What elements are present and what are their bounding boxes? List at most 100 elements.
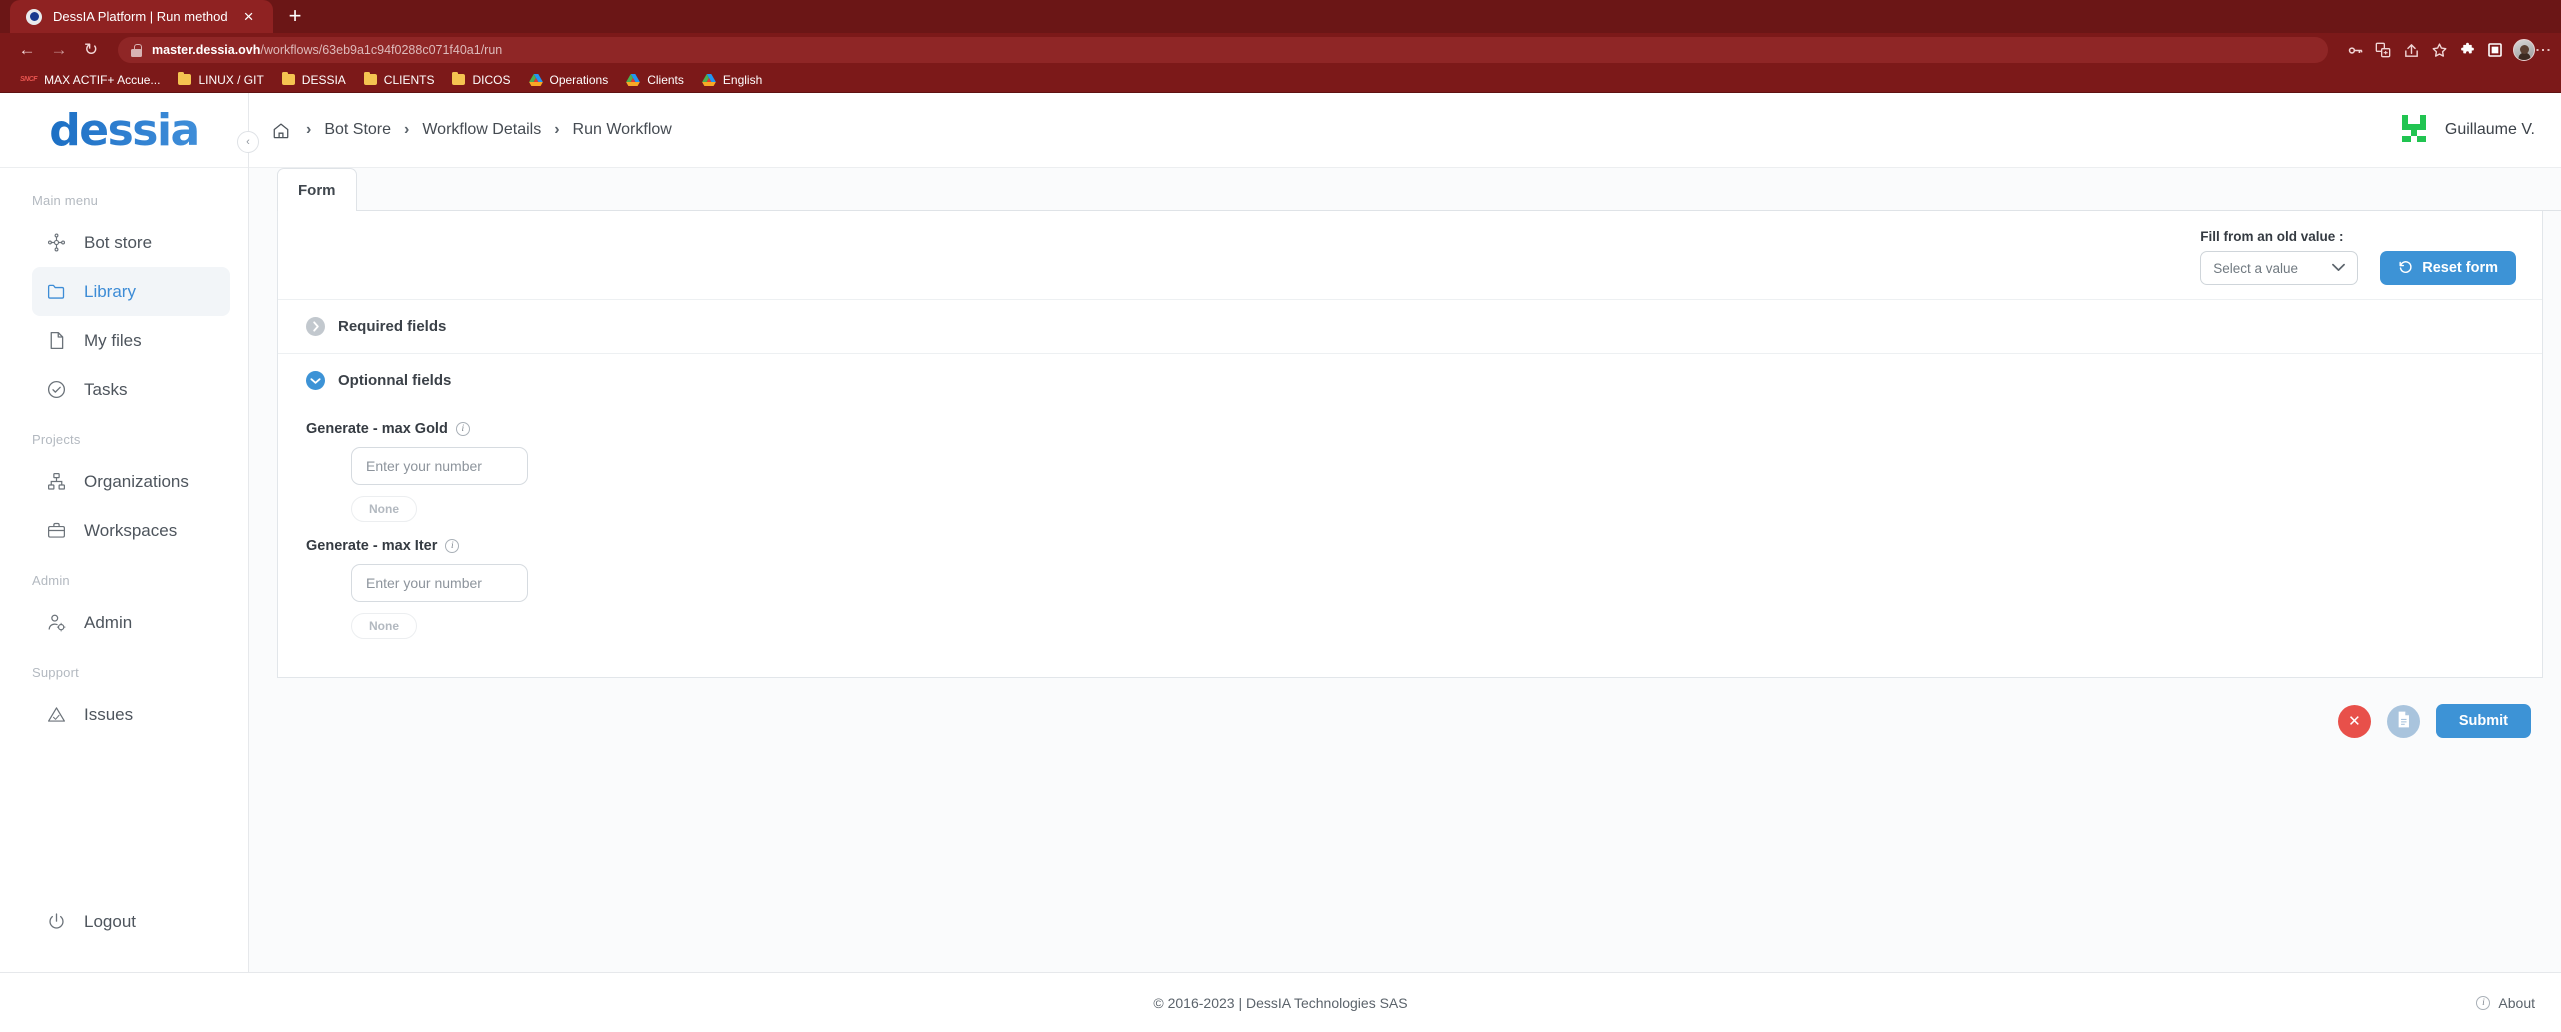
sidebar-item-admin[interactable]: Admin xyxy=(32,598,230,647)
check-circle-icon xyxy=(45,379,67,401)
reload-icon[interactable]: ↻ xyxy=(78,37,104,63)
optional-fields-list: Generate - max Gold i None Generate - ma… xyxy=(278,407,2542,677)
close-icon[interactable]: × xyxy=(239,8,259,25)
bot-store-icon xyxy=(45,232,67,254)
sidebar-collapse-button[interactable]: ‹ xyxy=(237,131,259,153)
default-value-badge[interactable]: None xyxy=(351,613,417,639)
chevron-right-icon xyxy=(306,317,325,336)
extensions-puzzle-icon[interactable] xyxy=(2454,37,2480,63)
forward-icon[interactable]: → xyxy=(46,37,72,63)
info-icon[interactable]: i xyxy=(445,539,460,553)
sidebar-item-logout[interactable]: Logout xyxy=(32,897,230,946)
chevron-down-icon xyxy=(2332,261,2346,275)
section-optionnal-fields[interactable]: Optionnal fields xyxy=(278,353,2542,407)
default-value-badge[interactable]: None xyxy=(351,496,417,522)
sidebar-item-label: Logout xyxy=(84,911,136,931)
bookmark-star-icon[interactable] xyxy=(2426,37,2452,63)
app-logo[interactable]: dessia xyxy=(0,93,248,168)
document-button[interactable] xyxy=(2386,704,2420,738)
google-drive-icon xyxy=(528,73,543,86)
bookmark-item[interactable]: DESSIA xyxy=(274,70,354,90)
folder-icon xyxy=(363,71,377,85)
browser-menu-icon[interactable]: ⋮ xyxy=(2534,42,2551,58)
bookmark-item[interactable]: SNCF MAX ACTIF+ Accue... xyxy=(12,70,168,90)
field-label-row: Generate - max Gold i xyxy=(306,421,2542,437)
side-panel-icon[interactable] xyxy=(2482,37,2508,63)
browser-chrome: DessIA Platform | Run method × + ← → ↻ m… xyxy=(0,0,2561,93)
browser-toolbar-icons: ⋮ xyxy=(2342,37,2551,63)
sidebar-item-library[interactable]: Library xyxy=(32,267,230,316)
tab-bar-filler xyxy=(356,168,2561,211)
back-icon[interactable]: ← xyxy=(14,37,40,63)
bookmark-item[interactable]: DICOS xyxy=(444,70,518,90)
sidebar-item-organizations[interactable]: Organizations xyxy=(32,457,230,506)
breadcrumb-separator: › xyxy=(306,121,312,138)
bookmark-item[interactable]: LINUX / GIT xyxy=(170,70,271,90)
sidebar-item-workspaces[interactable]: Workspaces xyxy=(32,506,230,555)
bookmark-label: English xyxy=(722,72,763,87)
main-area: › Bot Store › Workflow Details › Run Wor… xyxy=(249,93,2561,972)
sidebar-item-label: Tasks xyxy=(84,379,128,399)
bookmark-label: Clients xyxy=(647,72,684,87)
user-cog-icon xyxy=(45,612,67,634)
field-control-wrap: None xyxy=(306,564,2542,639)
sidebar-item-tasks[interactable]: Tasks xyxy=(32,365,230,414)
browser-tab[interactable]: DessIA Platform | Run method × xyxy=(10,0,273,33)
sidebar-section-projects: Projects xyxy=(32,432,81,447)
bookmark-item[interactable]: English xyxy=(694,70,770,90)
breadcrumb-item-workflow-details[interactable]: Workflow Details xyxy=(422,121,541,139)
avatar xyxy=(2399,115,2429,145)
user-name: Guillaume V. xyxy=(2444,121,2535,138)
new-tab-button[interactable]: + xyxy=(289,5,302,27)
sidebar-item-label: Admin xyxy=(84,612,133,632)
password-key-icon[interactable] xyxy=(2342,37,2368,63)
section-required-fields[interactable]: Required fields xyxy=(278,299,2542,353)
old-value-select[interactable]: Select a value xyxy=(2200,251,2359,285)
url-text: master.dessia.ovh/workflows/63eb9a1c94f0… xyxy=(152,43,502,57)
browser-nav-bar: ← → ↻ master.dessia.ovh/workflows/63eb9a… xyxy=(0,33,2561,67)
user-menu[interactable]: Guillaume V. xyxy=(2399,115,2535,145)
about-label: About xyxy=(2498,994,2535,1011)
bookmark-label: LINUX / GIT xyxy=(198,72,264,87)
cancel-button[interactable]: ✕ xyxy=(2337,704,2371,738)
about-link[interactable]: i About xyxy=(2476,995,2535,1011)
home-icon[interactable] xyxy=(271,120,293,140)
sidebar-item-label: Organizations xyxy=(84,471,189,491)
field-label: Generate - max Gold xyxy=(306,421,448,437)
bookmark-item[interactable]: CLIENTS xyxy=(356,70,443,90)
tab-form[interactable]: Form xyxy=(277,168,357,211)
tab-bar: Form xyxy=(249,168,2561,211)
breadcrumb-item-bot-store[interactable]: Bot Store xyxy=(324,121,391,139)
sidebar-item-issues[interactable]: Issues xyxy=(32,690,230,739)
reset-form-button[interactable]: Reset form xyxy=(2380,251,2516,285)
field-label-row: Generate - max Iter i xyxy=(306,538,2542,554)
url-domain: master.dessia.ovh xyxy=(152,43,261,57)
info-icon: i xyxy=(2476,995,2491,1010)
sidebar-item-label: Issues xyxy=(84,704,134,724)
sitemap-icon xyxy=(45,471,67,493)
bookmark-bar: SNCF MAX ACTIF+ Accue... LINUX / GIT DES… xyxy=(0,67,2561,93)
breadcrumb-item-run-workflow[interactable]: Run Workflow xyxy=(573,121,672,139)
sidebar-item-bot-store[interactable]: Bot store xyxy=(32,218,230,267)
submit-button[interactable]: Submit xyxy=(2435,704,2531,738)
bookmark-label: CLIENTS xyxy=(383,72,435,87)
bookmark-item[interactable]: Operations xyxy=(521,70,617,90)
app-root: dessia ‹ Main menu Bot store Library My … xyxy=(0,93,2561,972)
translate-icon[interactable] xyxy=(2370,37,2396,63)
sidebar-item-my-files[interactable]: My files xyxy=(32,316,230,365)
top-bar: › Bot Store › Workflow Details › Run Wor… xyxy=(249,93,2561,168)
sidebar-item-label: Library xyxy=(84,281,136,301)
browser-profile-avatar[interactable] xyxy=(2513,39,2536,61)
bookmark-item[interactable]: Clients xyxy=(618,70,692,90)
max-gold-input[interactable] xyxy=(351,447,528,485)
sidebar-section-main-menu: Main menu xyxy=(32,193,99,208)
sidebar-nav: Main menu Bot store Library My files Tas… xyxy=(0,168,248,897)
folder-icon xyxy=(45,281,67,303)
briefcase-icon xyxy=(45,520,67,542)
address-bar[interactable]: master.dessia.ovh/workflows/63eb9a1c94f0… xyxy=(118,37,2329,63)
info-icon[interactable]: i xyxy=(455,422,470,436)
browser-tab-strip: DessIA Platform | Run method × + xyxy=(0,0,2561,33)
share-icon[interactable] xyxy=(2398,37,2424,63)
breadcrumb-separator: › xyxy=(404,121,410,138)
max-iter-input[interactable] xyxy=(351,564,528,602)
